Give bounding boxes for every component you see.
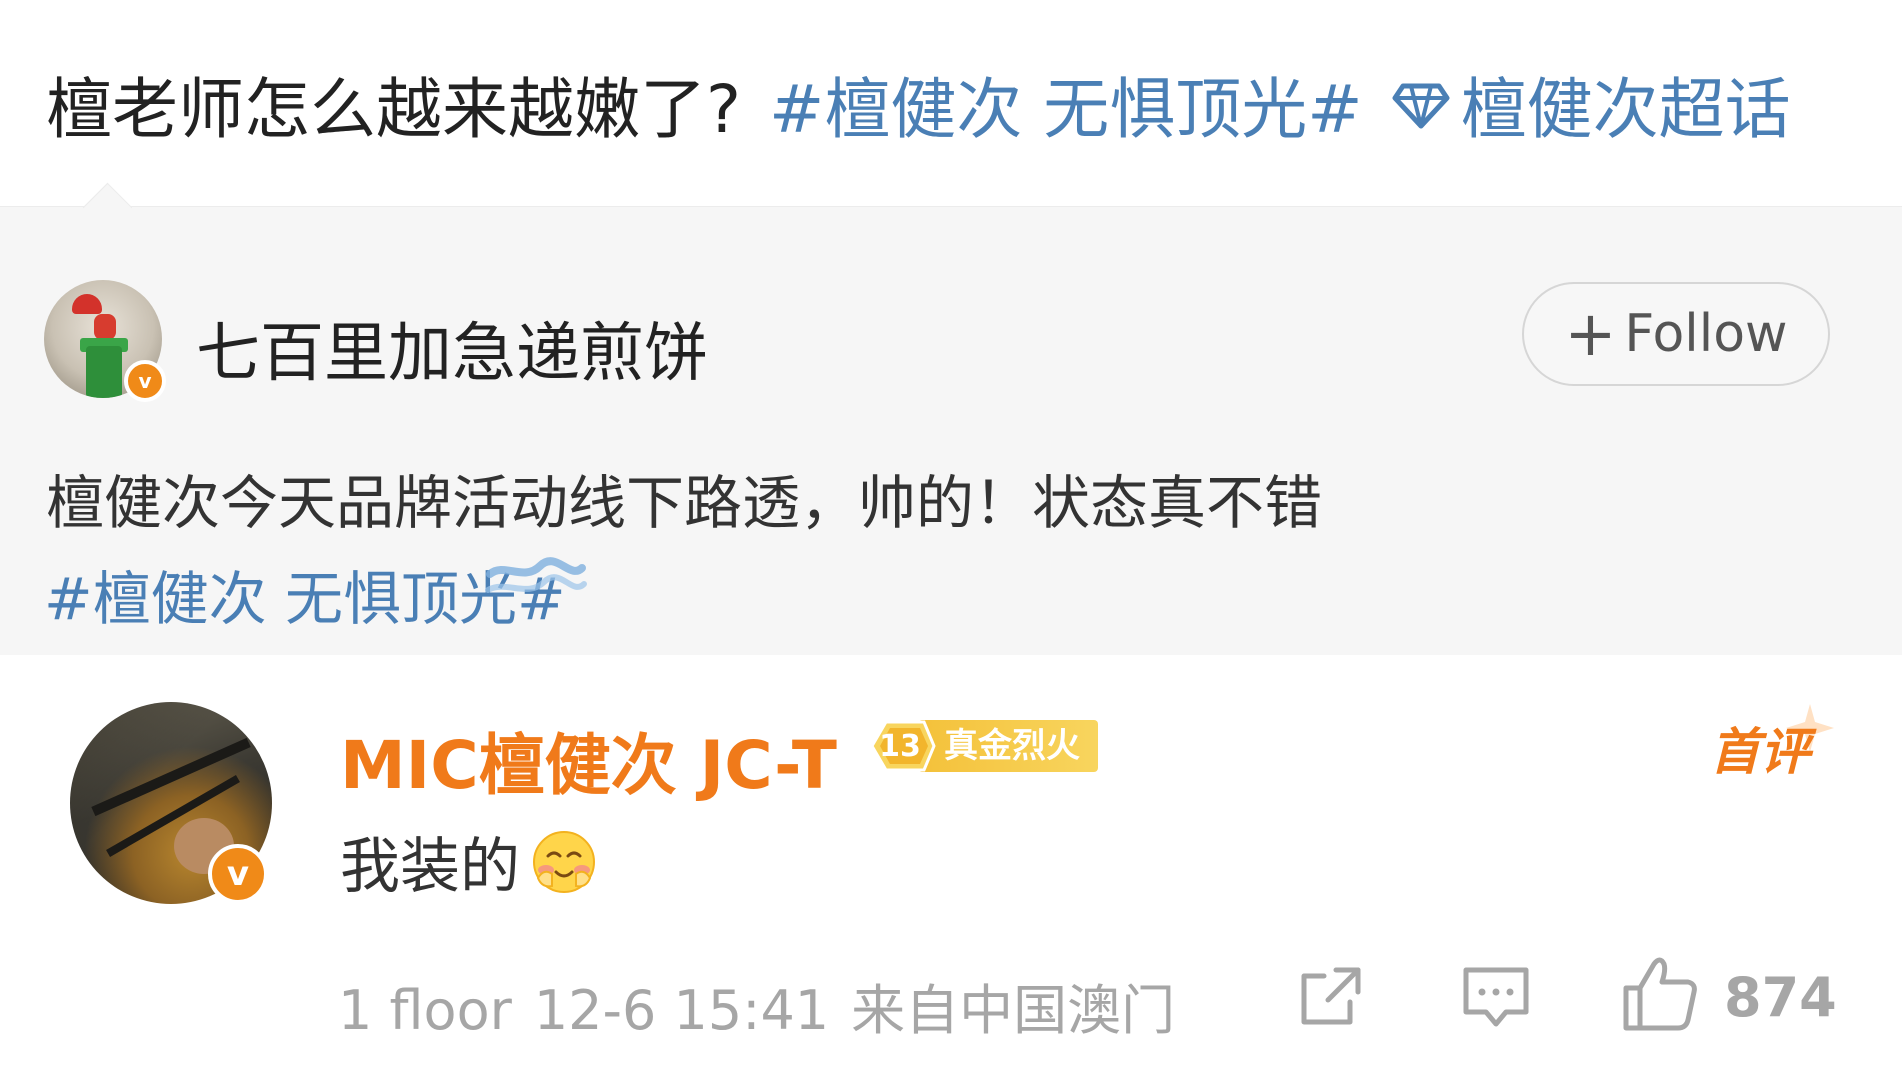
fan-label: 真金烈火 xyxy=(918,720,1098,772)
fan-level-badge[interactable]: 13 真金烈火 xyxy=(862,716,1098,776)
scribble-mark xyxy=(485,557,587,593)
super-topic-label: 檀健次超话 xyxy=(1460,71,1791,148)
post-header-line: 檀老师怎么越来越嫩了? #檀健次 无惧顶光# 檀健次超话 xyxy=(46,62,1862,148)
reply-text-content: 我装的 xyxy=(340,832,520,902)
level-badge-icon: 13 xyxy=(862,716,938,776)
weibo-comment-page: 檀老师怎么越来越嫩了? #檀健次 无惧顶光# 檀健次超话 v 七百里加急递煎饼 … xyxy=(0,0,1902,1080)
comment-icon[interactable] xyxy=(1460,962,1532,1034)
floor-label: 1 floor xyxy=(338,979,512,1042)
verified-icon: v xyxy=(208,844,268,904)
follow-button[interactable]: + Follow xyxy=(1522,282,1830,386)
verified-icon: v xyxy=(124,360,166,402)
repost-text: 檀健次今天品牌活动线下路透，帅的！状态真不错 xyxy=(46,469,1323,537)
follow-label: Follow xyxy=(1624,304,1788,364)
topic-link[interactable]: #檀健次 无惧顶光# xyxy=(769,56,1363,152)
reply-time: 12-6 15:41 xyxy=(533,979,830,1042)
reply-meta: 1 floor 12-6 15:41 来自中国澳门 xyxy=(338,966,1175,1045)
reply-text: 我装的 xyxy=(340,818,598,905)
super-topic-link[interactable]: 檀健次超话 xyxy=(1389,56,1791,152)
first-comment-badge: 首评 xyxy=(1710,723,1810,781)
post-question: 檀老师怎么越来越嫩了? xyxy=(46,71,742,148)
fan-level: 13 xyxy=(879,728,921,764)
like-icon[interactable] xyxy=(1618,952,1700,1034)
diamond-icon xyxy=(1392,83,1450,129)
emoji-blush-icon xyxy=(533,830,595,893)
reply-author-name[interactable]: MIC檀健次 JC-T xyxy=(340,712,837,808)
share-icon[interactable] xyxy=(1296,962,1366,1032)
plus-icon: + xyxy=(1564,297,1617,370)
like-count: 874 xyxy=(1724,966,1837,1029)
repost-author-name[interactable]: 七百里加急递煎饼 xyxy=(196,302,708,394)
reply-location: 来自中国澳门 xyxy=(851,979,1176,1042)
